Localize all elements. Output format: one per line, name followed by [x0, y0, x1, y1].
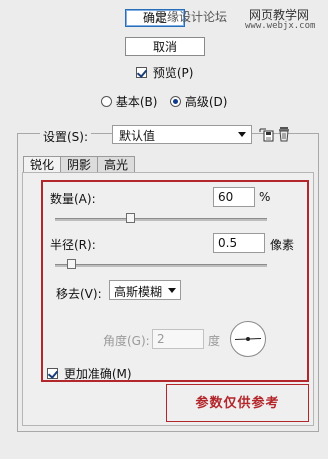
tab-highlight-label: 高光 — [104, 158, 129, 172]
radius-label: 半径(R): — [50, 238, 96, 252]
note-box: 参数仅供参考 — [166, 384, 309, 422]
amount-label: 数量(A): — [50, 192, 96, 206]
cancel-button[interactable]: 取消 — [125, 37, 205, 56]
preview-checkbox-box[interactable] — [136, 67, 147, 78]
settings-label: 设置(S): — [40, 128, 92, 145]
watermark-left: 思缘设计论坛 — [155, 10, 228, 24]
basic-radio-circle[interactable] — [101, 96, 112, 107]
preview-label: 预览(P) — [152, 66, 194, 80]
tab-sharpen-label: 锐化 — [30, 158, 55, 172]
trash-icon[interactable] — [277, 126, 291, 142]
advanced-radio-circle[interactable] — [170, 96, 181, 107]
chevron-down-icon — [168, 288, 176, 293]
save-settings-icon[interactable] — [258, 126, 274, 142]
angle-input: 2 — [152, 329, 204, 349]
advanced-radio-label: 高级(D) — [184, 95, 228, 109]
chevron-down-icon — [238, 132, 246, 137]
remove-label: 移去(V): — [56, 287, 102, 301]
more-accurate-checkbox-box[interactable] — [47, 368, 58, 379]
tab-sharpen[interactable]: 锐化 — [23, 156, 62, 173]
basic-radio-label: 基本(B) — [115, 95, 158, 109]
amount-unit: % — [259, 190, 271, 204]
tab-shadow-label: 阴影 — [67, 158, 92, 172]
amount-input[interactable]: 60 — [213, 187, 255, 207]
amount-slider-track[interactable] — [55, 218, 267, 221]
preview-checkbox[interactable]: 预览(P) — [136, 64, 193, 81]
settings-select[interactable]: 默认值 — [112, 125, 252, 144]
tab-highlight[interactable]: 高光 — [97, 156, 136, 173]
settings-select-value: 默认值 — [119, 129, 156, 143]
cancel-button-label: 取消 — [152, 40, 177, 54]
tab-shadow[interactable]: 阴影 — [60, 156, 99, 173]
angle-dial — [230, 321, 266, 357]
note-text: 参数仅供参考 — [195, 396, 280, 411]
watermark-right-bottom: www.webjx.com — [245, 21, 316, 31]
radius-slider-track[interactable] — [55, 264, 267, 267]
more-accurate-checkbox[interactable]: 更加准确(M) — [47, 365, 132, 382]
angle-label: 角度(G): — [103, 334, 150, 348]
remove-select-value: 高斯模糊 — [114, 285, 163, 299]
remove-select[interactable]: 高斯模糊 — [109, 280, 181, 300]
advanced-radio[interactable]: 高级(D) — [170, 93, 227, 110]
amount-slider-thumb[interactable] — [126, 213, 135, 223]
radius-unit: 像素 — [270, 238, 295, 252]
radius-input[interactable]: 0.5 — [213, 233, 265, 253]
basic-radio[interactable]: 基本(B) — [101, 93, 157, 110]
angle-unit: 度 — [208, 334, 221, 348]
radius-slider-thumb[interactable] — [67, 259, 76, 269]
more-accurate-label: 更加准确(M) — [63, 367, 132, 381]
